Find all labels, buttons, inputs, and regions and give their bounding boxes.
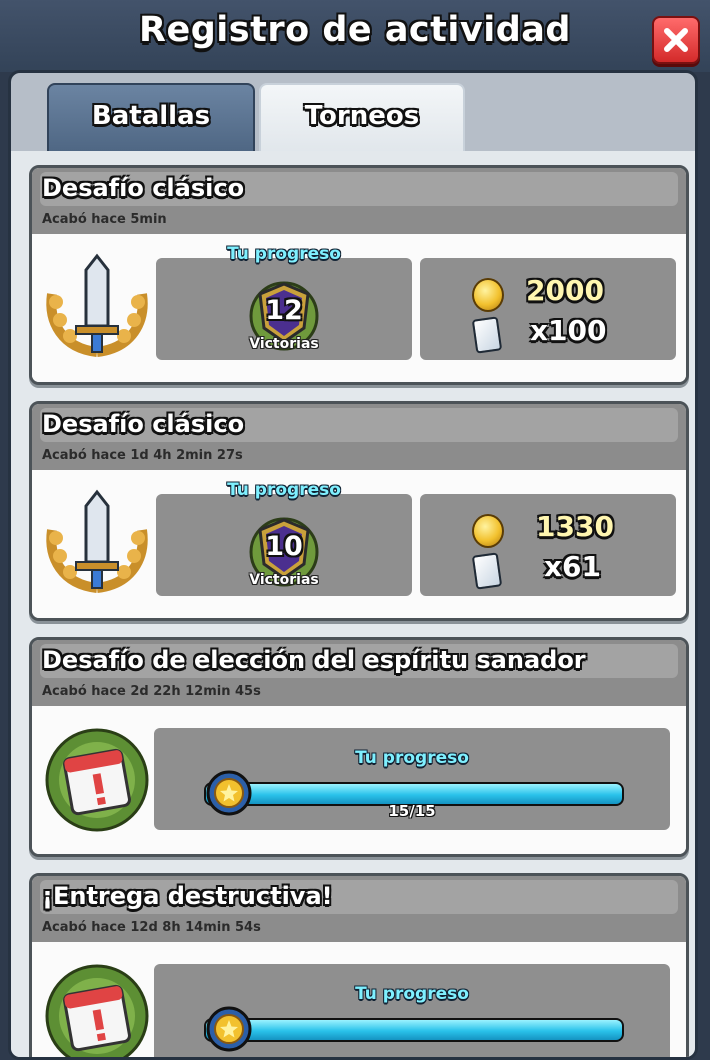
- card-header: Desafío de elección del espíritu sanador…: [32, 640, 686, 706]
- card-title: Desafío clásico: [42, 410, 245, 438]
- progress-label: Tu progreso: [355, 748, 469, 768]
- progress-label: Tu progreso: [227, 244, 341, 264]
- card-body: Tu progreso 12 Victorias 2000 x100: [32, 234, 686, 382]
- wins-label: Victorias: [249, 572, 319, 588]
- card-icon: [471, 552, 503, 590]
- rewards-box: 1330 x61: [420, 494, 676, 596]
- card-end-time: Acabó hace 2d 22h 12min 45s: [42, 684, 261, 699]
- card-header: ¡Entrega destructiva! Acabó hace 12d 8h …: [32, 876, 686, 942]
- sword-laurel-icon: [46, 253, 148, 357]
- progress-box: Tu progreso: [154, 964, 670, 1057]
- wins-count: 12: [265, 295, 303, 326]
- tournament-card[interactable]: Desafío de elección del espíritu sanador…: [29, 637, 689, 857]
- card-body: Tu progreso 10 Victorias 1330 x61: [32, 470, 686, 618]
- rewards-box: 2000 x100: [420, 258, 676, 360]
- tournament-card[interactable]: Desafío clásico Acabó hace 5min Tu progr…: [29, 165, 689, 385]
- card-title: ¡Entrega destructiva!: [42, 882, 333, 910]
- tournament-list[interactable]: Desafío clásico Acabó hace 5min Tu progr…: [11, 151, 695, 1057]
- progress-bar-fill: [206, 784, 622, 804]
- progress-box: Tu progreso 10 Victorias: [156, 480, 412, 596]
- card-body: Tu progreso: [32, 942, 686, 1057]
- close-button[interactable]: [652, 16, 700, 64]
- tab-label: Torneos: [304, 101, 420, 131]
- page-title: Registro de actividad: [139, 10, 571, 50]
- progress-label: Tu progreso: [355, 984, 469, 1004]
- tab-tournaments[interactable]: Torneos: [259, 83, 465, 159]
- calendar-laurel-icon: [45, 964, 149, 1057]
- progress-count: 15/15: [388, 802, 436, 820]
- calendar-laurel-icon: [45, 728, 149, 832]
- close-icon: [664, 28, 688, 52]
- progress-box: Tu progreso 15/15: [154, 728, 670, 830]
- tab-battles[interactable]: Batallas: [47, 83, 255, 155]
- sword-laurel-icon: [46, 489, 148, 593]
- card-title: Desafío clásico: [42, 174, 245, 202]
- progress-bar: [204, 1018, 624, 1042]
- title-bar: Registro de actividad: [0, 0, 710, 72]
- wins-label: Victorias: [249, 336, 319, 352]
- medal-icon: [206, 1006, 252, 1052]
- card-end-time: Acabó hace 12d 8h 14min 54s: [42, 920, 261, 935]
- progress-label: Tu progreso: [227, 480, 341, 500]
- card-icon: [471, 316, 503, 354]
- gold-coin-icon: [472, 514, 504, 548]
- tournament-card[interactable]: Desafío clásico Acabó hace 1d 4h 2min 27…: [29, 401, 689, 621]
- gold-coin-icon: [472, 278, 504, 312]
- gold-reward: 1330: [536, 510, 614, 543]
- card-end-time: Acabó hace 5min: [42, 212, 167, 227]
- progress-box: Tu progreso 12 Victorias: [156, 244, 412, 360]
- tournament-card[interactable]: ¡Entrega destructiva! Acabó hace 12d 8h …: [29, 873, 689, 1057]
- card-body: Tu progreso 15/15: [32, 706, 686, 854]
- card-end-time: Acabó hace 1d 4h 2min 27s: [42, 448, 243, 463]
- progress-bar-fill: [206, 1020, 622, 1040]
- gold-reward: 2000: [526, 274, 604, 307]
- cards-reward: x61: [544, 550, 602, 583]
- card-header: Desafío clásico Acabó hace 5min: [32, 168, 686, 234]
- tab-label: Batallas: [91, 101, 211, 131]
- card-title: Desafío de elección del espíritu sanador: [42, 646, 586, 674]
- wins-count: 10: [265, 531, 303, 562]
- cards-reward: x100: [530, 314, 607, 347]
- activity-panel: Batallas Torneos Desafío clásico Acabó h…: [8, 70, 698, 1060]
- card-header: Desafío clásico Acabó hace 1d 4h 2min 27…: [32, 404, 686, 470]
